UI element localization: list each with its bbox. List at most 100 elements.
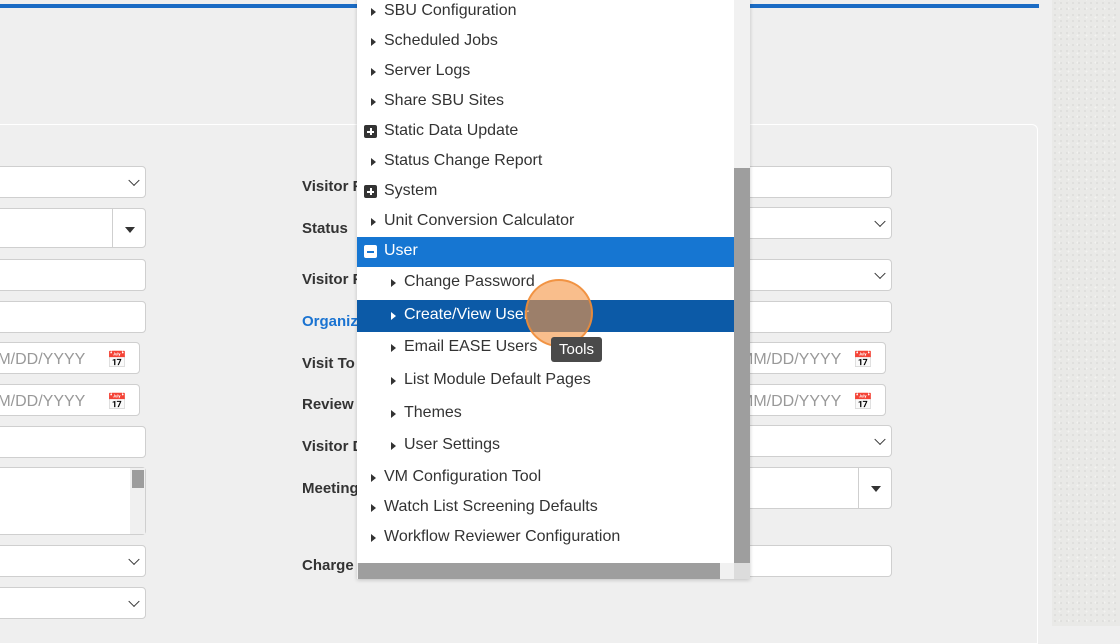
right-select-2[interactable] bbox=[738, 259, 892, 291]
menu-item-label: Watch List Screening Defaults bbox=[384, 498, 598, 515]
tooltip: Tools bbox=[551, 337, 603, 362]
caret-down-icon[interactable] bbox=[112, 209, 145, 247]
triangle-right-icon bbox=[371, 8, 376, 16]
menu-item-label: Scheduled Jobs bbox=[384, 32, 498, 49]
submenu-item-user-settings[interactable]: User Settings bbox=[357, 431, 734, 461]
chevron-down-icon bbox=[128, 174, 140, 187]
review-label: Review bbox=[302, 396, 354, 413]
triangle-right-icon bbox=[371, 218, 376, 226]
date-placeholder: MM/DD/YYYY bbox=[740, 393, 842, 410]
left-select-2[interactable] bbox=[0, 545, 146, 577]
background-texture bbox=[1052, 0, 1120, 626]
left-date-field-1[interactable]: MM/DD/YYYY 📅 bbox=[0, 342, 140, 374]
chevron-down-icon bbox=[874, 433, 886, 446]
triangle-right-icon bbox=[391, 279, 396, 287]
menu-item-label: SBU Configuration bbox=[384, 2, 517, 19]
triangle-right-icon bbox=[391, 312, 396, 320]
triangle-right-icon bbox=[371, 474, 376, 482]
calendar-icon[interactable]: 📅 bbox=[853, 350, 873, 370]
left-select-3[interactable] bbox=[0, 587, 146, 619]
menu-item-user[interactable]: User bbox=[357, 237, 734, 267]
submenu-item-label: List Module Default Pages bbox=[404, 371, 591, 388]
triangle-right-icon bbox=[371, 98, 376, 106]
calendar-icon[interactable]: 📅 bbox=[107, 350, 127, 370]
triangle-right-icon bbox=[371, 504, 376, 512]
triangle-right-icon bbox=[391, 377, 396, 385]
calendar-icon[interactable]: 📅 bbox=[107, 392, 127, 412]
submenu-item-label: Email EASE Users bbox=[404, 338, 538, 355]
menu-item-label: VM Configuration Tool bbox=[384, 468, 542, 485]
triangle-right-icon bbox=[391, 344, 396, 352]
right-date-field-1[interactable]: MM/DD/YYYY 📅 bbox=[738, 342, 886, 374]
right-meeting-combobox[interactable] bbox=[738, 467, 892, 509]
menu-item-scheduled-jobs[interactable]: Scheduled Jobs bbox=[357, 27, 734, 57]
left-text-field-3[interactable] bbox=[0, 426, 146, 458]
menu-item-label: Workflow Reviewer Configuration bbox=[384, 528, 621, 545]
charge-label: Charge bbox=[302, 557, 354, 574]
chevron-down-icon bbox=[128, 595, 140, 608]
chevron-down-icon bbox=[874, 267, 886, 280]
menu-item-label: Status Change Report bbox=[384, 152, 543, 169]
visitor-purpose-label: Visitor F bbox=[302, 178, 362, 195]
menu-item-unit-conversion-calculator[interactable]: Unit Conversion Calculator bbox=[357, 207, 734, 237]
scrollbar-thumb[interactable] bbox=[358, 563, 720, 579]
plus-square-icon[interactable] bbox=[364, 185, 377, 198]
menu-item-status-change-report[interactable]: Status Change Report bbox=[357, 147, 734, 177]
textarea-scrollbar[interactable] bbox=[130, 468, 145, 534]
minus-square-icon[interactable] bbox=[364, 245, 377, 258]
right-status-select[interactable] bbox=[738, 207, 892, 239]
menu-item-label: Static Data Update bbox=[384, 122, 519, 139]
menu-item-static-data-update[interactable]: Static Data Update bbox=[357, 117, 734, 147]
menu-item-label: User bbox=[384, 242, 418, 259]
menu-vertical-scrollbar[interactable] bbox=[734, 0, 750, 563]
left-text-field-1[interactable] bbox=[0, 259, 146, 291]
triangle-right-icon bbox=[391, 410, 396, 418]
triangle-right-icon bbox=[391, 442, 396, 450]
menu-item-vm-configuration-tool[interactable]: VM Configuration Tool bbox=[357, 463, 734, 493]
triangle-right-icon bbox=[371, 38, 376, 46]
menu-item-sbu-configuration[interactable]: SBU Configuration bbox=[357, 0, 734, 27]
status-label: Status bbox=[302, 220, 348, 237]
submenu-item-themes[interactable]: Themes bbox=[357, 399, 734, 429]
calendar-icon[interactable]: 📅 bbox=[853, 392, 873, 412]
submenu-item-label: Themes bbox=[404, 404, 462, 421]
left-text-field-2[interactable] bbox=[0, 301, 146, 333]
right-text-field-2[interactable] bbox=[738, 301, 892, 333]
chevron-down-icon bbox=[874, 215, 886, 228]
left-select-1[interactable] bbox=[0, 166, 146, 198]
date-placeholder: MM/DD/YYYY bbox=[740, 351, 842, 368]
chevron-down-icon bbox=[128, 553, 140, 566]
menu-item-label: Unit Conversion Calculator bbox=[384, 212, 575, 229]
right-text-field-1[interactable] bbox=[738, 166, 892, 198]
right-date-field-2[interactable]: MM/DD/YYYY 📅 bbox=[738, 384, 886, 416]
visitor-d-label: Visitor D bbox=[302, 438, 364, 455]
menu-horizontal-scrollbar[interactable] bbox=[357, 563, 734, 579]
visitor-type-label: Visitor F bbox=[302, 271, 362, 288]
menu-item-watch-list-screening-defaults[interactable]: Watch List Screening Defaults bbox=[357, 493, 734, 523]
date-placeholder: MM/DD/YYYY bbox=[0, 351, 86, 368]
submenu-item-label: Create/View User bbox=[404, 306, 530, 323]
scrollbar-thumb[interactable] bbox=[734, 168, 750, 563]
left-date-field-2[interactable]: MM/DD/YYYY 📅 bbox=[0, 384, 140, 416]
caret-down-icon[interactable] bbox=[858, 468, 891, 508]
visit-to-label: Visit To bbox=[302, 355, 355, 372]
menu-item-label: System bbox=[384, 182, 438, 199]
right-select-3[interactable] bbox=[738, 425, 892, 457]
menu-item-share-sbu-sites[interactable]: Share SBU Sites bbox=[357, 87, 734, 117]
plus-square-icon[interactable] bbox=[364, 125, 377, 138]
triangle-right-icon bbox=[371, 158, 376, 166]
triangle-right-icon bbox=[371, 534, 376, 542]
left-textarea[interactable] bbox=[0, 467, 146, 535]
submenu-item-label: Change Password bbox=[404, 273, 535, 290]
menu-item-label: Share SBU Sites bbox=[384, 92, 505, 109]
menu-item-workflow-reviewer-configuration[interactable]: Workflow Reviewer Configuration bbox=[357, 523, 734, 553]
menu-item-system[interactable]: System bbox=[357, 177, 734, 207]
triangle-right-icon bbox=[371, 68, 376, 76]
menu-item-label: Server Logs bbox=[384, 62, 471, 79]
organization-link[interactable]: Organiz bbox=[302, 313, 358, 330]
right-charge-field[interactable] bbox=[738, 545, 892, 577]
menu-item-server-logs[interactable]: Server Logs bbox=[357, 57, 734, 87]
date-placeholder: MM/DD/YYYY bbox=[0, 393, 86, 410]
left-combobox[interactable] bbox=[0, 208, 146, 248]
submenu-item-list-module-default-pages[interactable]: List Module Default Pages bbox=[357, 366, 734, 396]
